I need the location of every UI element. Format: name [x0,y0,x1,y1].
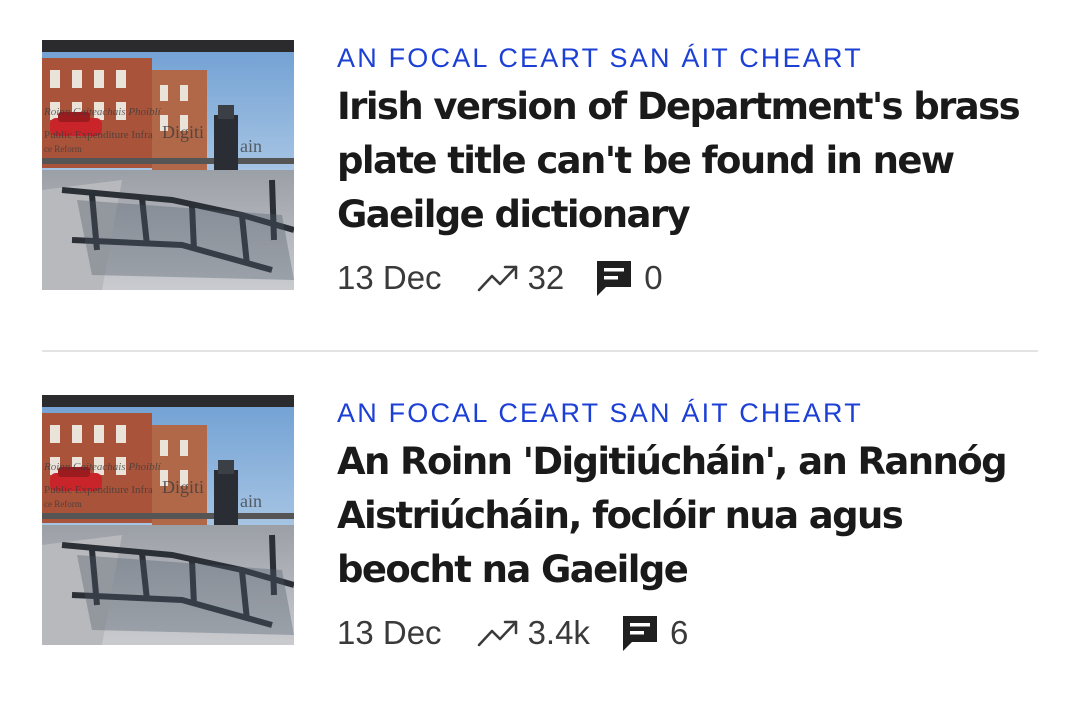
svg-text:ce Reform: ce Reform [44,499,82,509]
comment-icon[interactable] [620,613,660,653]
article-meta: 13 Dec 32 0 [337,256,663,300]
svg-text:ain: ain [240,136,262,156]
svg-text:ce Reform: ce Reform [44,144,82,154]
article-text: AN FOCAL CEART SAN ÁIT CHEART Irish vers… [337,38,1037,242]
trending-up-icon [477,265,517,292]
view-count: 3.4k [527,614,590,651]
article-thumbnail[interactable]: Roinn Caiteachais Phoiblí Public Expendi… [42,395,294,645]
article-card[interactable]: Roinn Caiteachais Phoiblí Public Expendi… [42,38,1038,298]
thumbnail-photo: Roinn Caiteachais Phoiblí Public Expendi… [42,40,294,290]
trending-up-icon [477,620,517,647]
section-label[interactable]: AN FOCAL CEART SAN ÁIT CHEART [337,393,1037,433]
article-feed: Roinn Caiteachais Phoiblí Public Expendi… [0,0,1080,703]
article-date: 13 Dec [337,259,442,296]
svg-text:Public Expenditure Infra: Public Expenditure Infra [44,484,153,496]
article-text: AN FOCAL CEART SAN ÁIT CHEART An Roinn '… [337,393,1037,597]
svg-text:Public Expenditure Infra: Public Expenditure Infra [44,129,153,141]
section-label[interactable]: AN FOCAL CEART SAN ÁIT CHEART [337,38,1037,78]
svg-text:Roinn Caiteachais Phoiblí: Roinn Caiteachais Phoiblí [43,461,162,473]
svg-text:Roinn Caiteachais Phoiblí: Roinn Caiteachais Phoiblí [43,106,162,118]
article-meta: 13 Dec 3.4k 6 [337,611,688,655]
article-title[interactable]: An Roinn 'Digitiúcháin', an Rannóg Aistr… [337,435,1037,597]
svg-text:Digiti: Digiti [162,122,204,142]
article-date: 13 Dec [337,614,442,651]
comment-count[interactable]: 6 [670,614,688,652]
svg-text:Digiti: Digiti [162,477,204,497]
view-count: 32 [527,259,565,296]
divider [42,350,1038,352]
thumbnail-photo: Roinn Caiteachais Phoiblí Public Expendi… [42,395,294,645]
article-title[interactable]: Irish version of Department's brass plat… [337,80,1037,242]
article-card[interactable]: Roinn Caiteachais Phoiblí Public Expendi… [42,393,1038,653]
comment-count[interactable]: 0 [644,259,662,297]
comment-icon[interactable] [594,258,634,298]
article-thumbnail[interactable]: Roinn Caiteachais Phoiblí Public Expendi… [42,40,294,290]
svg-text:ain: ain [240,491,262,511]
